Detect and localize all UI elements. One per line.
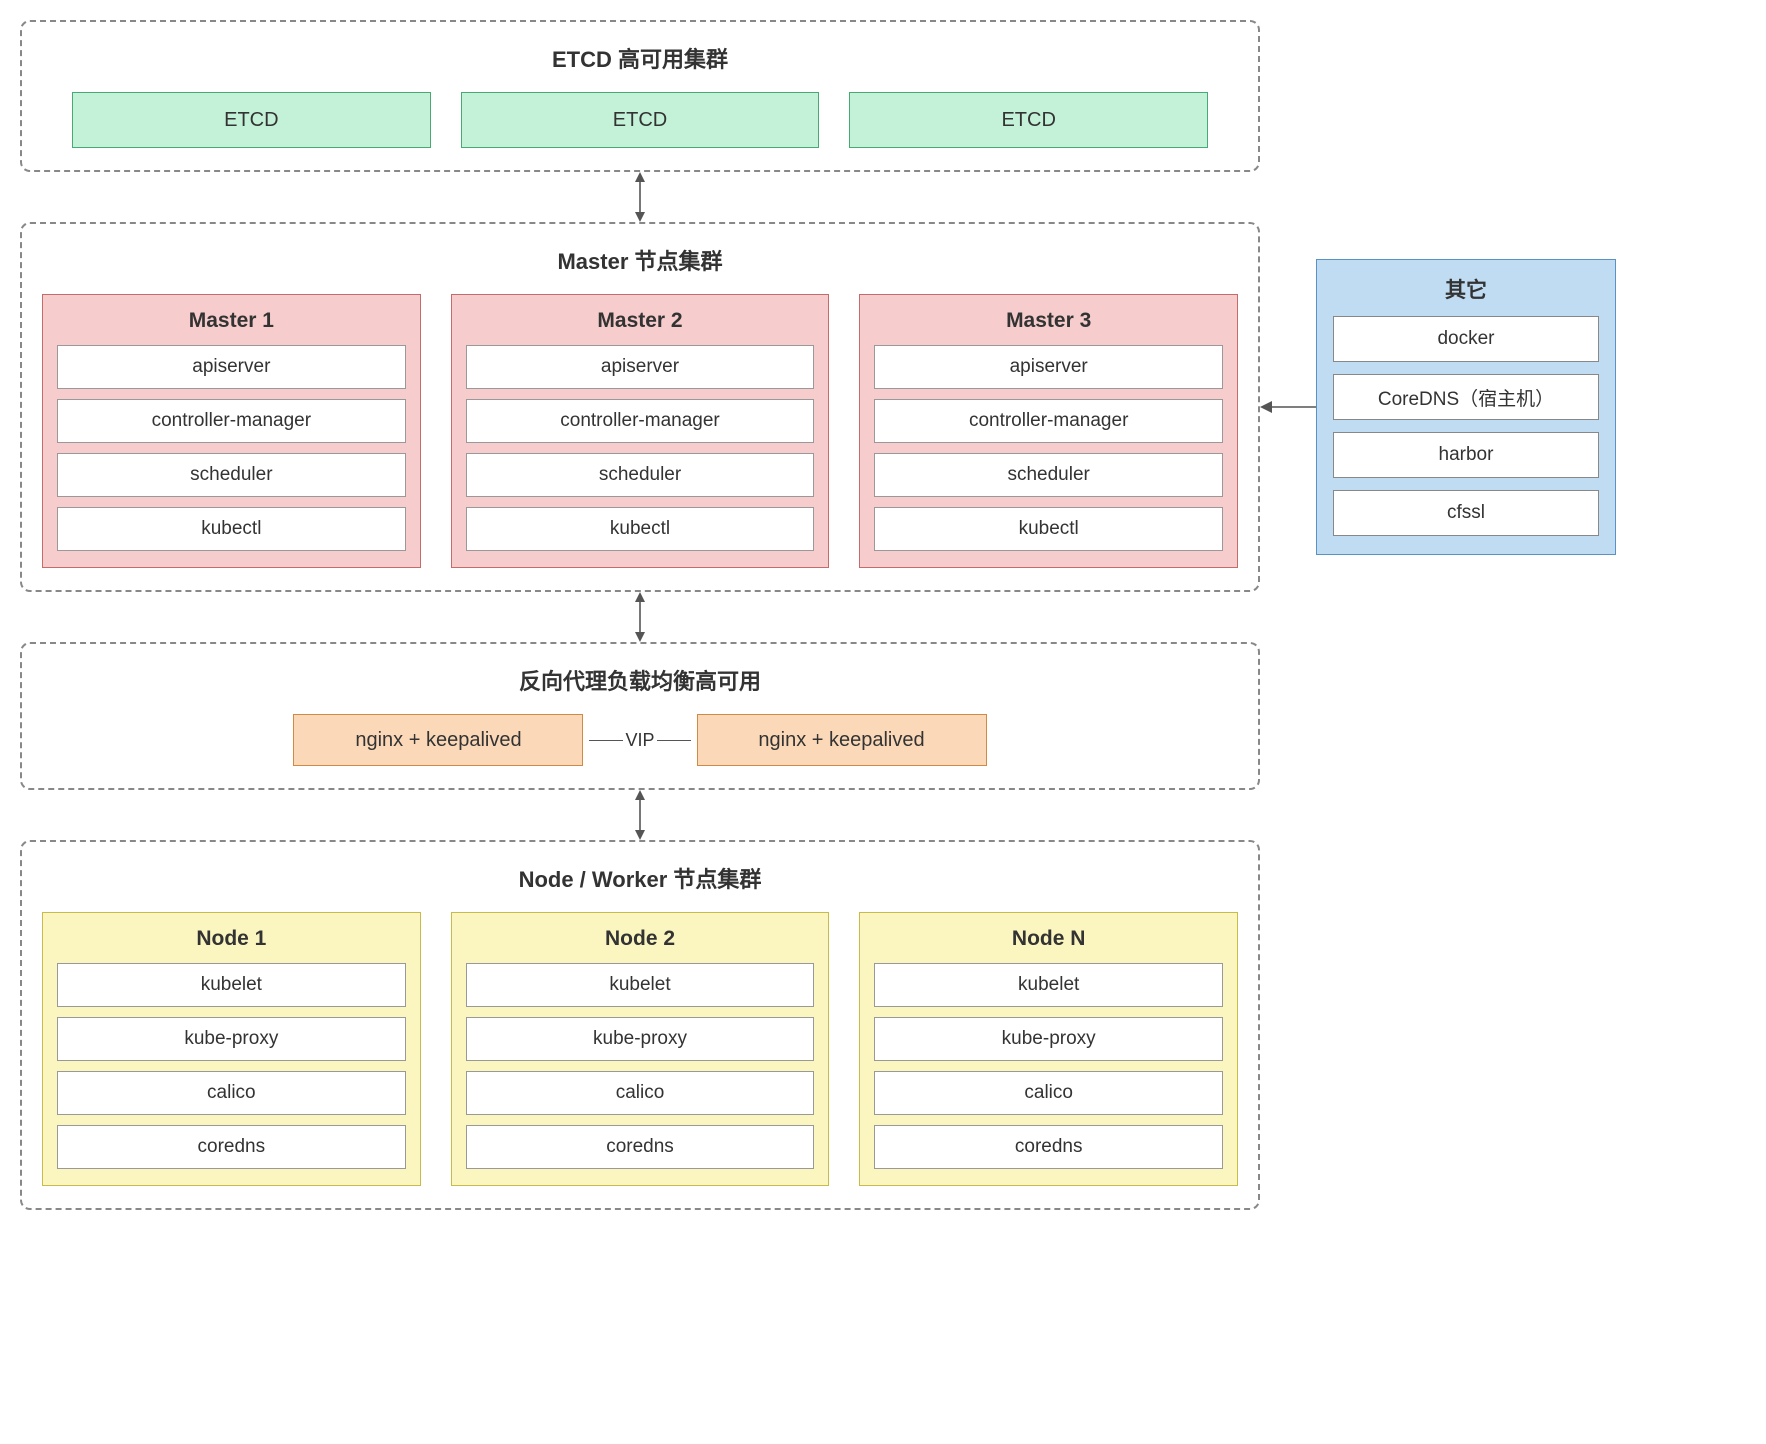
lb-node-right: nginx + keepalived [697, 714, 987, 766]
master-cluster-title: Master 节点集群 [42, 244, 1238, 276]
node-component: kube-proxy [874, 1017, 1223, 1061]
master-cluster: Master 节点集群 Master 1 apiserver controlle… [20, 222, 1260, 592]
etcd-node: ETCD [849, 92, 1208, 148]
node-component: coredns [874, 1125, 1223, 1169]
node-component: kube-proxy [57, 1017, 406, 1061]
side-item: CoreDNS（宿主机） [1333, 374, 1599, 420]
master-component: apiserver [57, 345, 406, 389]
node-cluster: Node / Worker 节点集群 Node 1 kubelet kube-p… [20, 840, 1260, 1210]
lb-cluster: 反向代理负载均衡高可用 nginx + keepalived VIP nginx… [20, 642, 1260, 790]
master-component: kubectl [874, 507, 1223, 551]
etcd-node: ETCD [72, 92, 431, 148]
master-component: apiserver [874, 345, 1223, 389]
master-component: scheduler [874, 453, 1223, 497]
master-card-title: Master 3 [874, 309, 1223, 333]
etcd-cluster: ETCD 高可用集群 ETCD ETCD ETCD [20, 20, 1260, 172]
node-component: kubelet [874, 963, 1223, 1007]
connector-master-lb [20, 592, 1260, 642]
node-component: coredns [57, 1125, 406, 1169]
master-component: controller-manager [466, 399, 815, 443]
master-component: scheduler [57, 453, 406, 497]
connector-etcd-master [20, 172, 1260, 222]
lb-node-left: nginx + keepalived [293, 714, 583, 766]
etcd-node: ETCD [461, 92, 820, 148]
node-cluster-title: Node / Worker 节点集群 [42, 862, 1238, 894]
master-card: Master 2 apiserver controller-manager sc… [451, 294, 830, 568]
side-box-title: 其它 [1333, 274, 1599, 304]
node-card-title: Node 1 [57, 927, 406, 951]
master-component: controller-manager [874, 399, 1223, 443]
master-component: kubectl [466, 507, 815, 551]
node-card: Node N kubelet kube-proxy calico coredns [859, 912, 1238, 1186]
master-component: controller-manager [57, 399, 406, 443]
master-card-title: Master 2 [466, 309, 815, 333]
node-component: kubelet [57, 963, 406, 1007]
node-card: Node 2 kubelet kube-proxy calico coredns [451, 912, 830, 1186]
node-component: kube-proxy [466, 1017, 815, 1061]
master-card: Master 3 apiserver controller-manager sc… [859, 294, 1238, 568]
node-card-title: Node N [874, 927, 1223, 951]
node-component: calico [466, 1071, 815, 1115]
lb-cluster-title: 反向代理负载均衡高可用 [42, 664, 1238, 696]
vip-connector: VIP [589, 730, 690, 751]
side-item: cfssl [1333, 490, 1599, 536]
connector-lb-node [20, 790, 1260, 840]
master-component: apiserver [466, 345, 815, 389]
master-component: kubectl [57, 507, 406, 551]
side-item: docker [1333, 316, 1599, 362]
node-component: coredns [466, 1125, 815, 1169]
node-component: kubelet [466, 963, 815, 1007]
side-item: harbor [1333, 432, 1599, 478]
node-card-title: Node 2 [466, 927, 815, 951]
node-component: calico [57, 1071, 406, 1115]
master-component: scheduler [466, 453, 815, 497]
node-component: calico [874, 1071, 1223, 1115]
side-box: 其它 docker CoreDNS（宿主机） harbor cfssl [1316, 259, 1616, 555]
master-card-title: Master 1 [57, 309, 406, 333]
connector-master-side [1260, 397, 1316, 417]
master-card: Master 1 apiserver controller-manager sc… [42, 294, 421, 568]
etcd-cluster-title: ETCD 高可用集群 [42, 42, 1238, 74]
vip-label: VIP [625, 730, 654, 751]
node-card: Node 1 kubelet kube-proxy calico coredns [42, 912, 421, 1186]
